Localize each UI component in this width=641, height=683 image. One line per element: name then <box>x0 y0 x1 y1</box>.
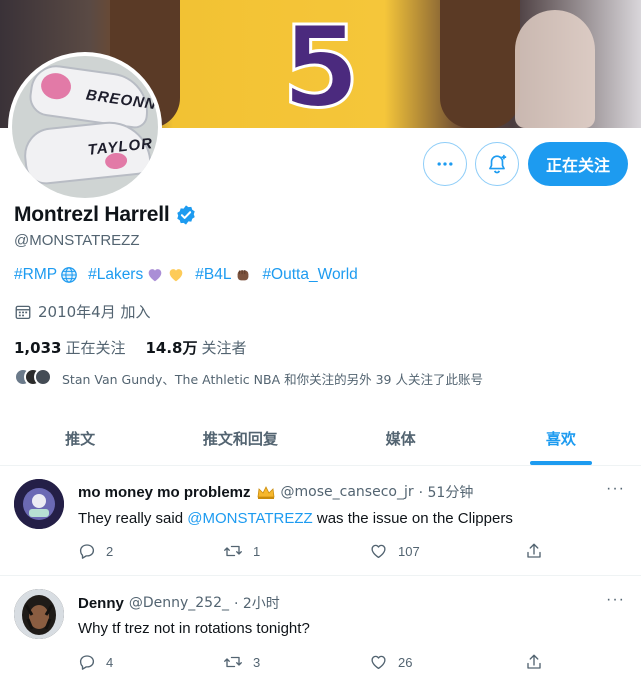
tab-media[interactable]: 媒体 <box>321 412 481 465</box>
followed-by-text: Stan Van Gundy、The Athletic NBA 和你关注的另外 … <box>62 371 483 387</box>
avatar-image: BREONNA TAYLOR <box>12 56 158 198</box>
avatar[interactable] <box>14 479 64 529</box>
avatar-shoe-top: BREONNA <box>26 61 158 131</box>
more-options-button[interactable] <box>423 142 467 186</box>
purple-heart-icon <box>148 269 162 282</box>
like-count: 107 <box>398 543 420 559</box>
crown-emoji-icon <box>257 486 274 499</box>
share-icon <box>527 543 541 558</box>
tweet-time[interactable]: · 51分钟 <box>419 482 474 502</box>
retweet-count: 1 <box>253 543 261 559</box>
like-icon <box>371 655 386 670</box>
display-name: Montrezl Harrell <box>14 203 170 226</box>
retweet-button[interactable]: 3 <box>223 653 369 671</box>
tweet-author-handle[interactable]: @Denny_252_ <box>129 595 229 611</box>
hashtag-b4l[interactable]: #B4L <box>195 266 231 284</box>
profile-bio: #RMP #Lakers #B4L #Outta_World <box>14 266 358 284</box>
tweet-actions: 4 3 26 <box>78 653 543 671</box>
profile-stats: 1,033 正在关注 14.8万 关注者 <box>14 337 247 358</box>
retweet-count: 3 <box>253 654 261 670</box>
tweet-author-handle[interactable]: @mose_canseco_jr <box>281 484 414 500</box>
like-count: 26 <box>398 654 413 670</box>
globe-icon <box>61 267 77 283</box>
share-icon <box>527 654 541 669</box>
reply-icon <box>79 655 95 670</box>
verified-badge-icon <box>176 205 195 225</box>
hashtag-outta-world[interactable]: #Outta_World <box>262 266 357 284</box>
profile-avatar[interactable]: BREONNA TAYLOR <box>8 52 162 202</box>
tab-likes[interactable]: 喜欢 <box>481 412 641 465</box>
banner-jersey-number: 5 <box>281 3 362 128</box>
tweet-text: They really said @MONSTATREZZ was the is… <box>78 510 513 527</box>
tab-tweets-and-replies[interactable]: 推文和回复 <box>160 412 320 465</box>
joined-text: 2010年4月 加入 <box>38 303 151 321</box>
tweet-more-icon[interactable]: ··· <box>606 591 625 609</box>
tweet-author-name[interactable]: mo money mo problemz <box>78 484 251 501</box>
reply-button[interactable]: 4 <box>78 653 223 671</box>
notifications-button[interactable] <box>475 142 519 186</box>
tweet[interactable]: mo money mo problemz @mose_canseco_jr · … <box>0 467 641 576</box>
like-icon <box>371 544 386 559</box>
share-button[interactable] <box>525 653 543 671</box>
tab-tweets[interactable]: 推文 <box>0 412 160 465</box>
followers-stat[interactable]: 14.8万 关注者 <box>145 337 246 358</box>
tweet-author-name[interactable]: Denny <box>78 595 124 612</box>
tweet-more-icon[interactable]: ··· <box>606 480 625 498</box>
avatar <box>34 368 52 386</box>
yellow-heart-icon <box>169 269 183 282</box>
tweet-time[interactable]: · 2小时 <box>234 593 280 613</box>
profile-name-row: Montrezl Harrell <box>14 203 197 227</box>
profile-tabs: 推文 推文和回复 媒体 喜欢 <box>0 412 641 466</box>
joined-date: 2010年4月 加入 <box>14 301 151 322</box>
tweet-text: Why tf trez not in rotations tonight? <box>78 620 310 637</box>
following-stat[interactable]: 1,033 正在关注 <box>14 337 125 358</box>
shoe-bottom-label: TAYLOR <box>86 135 154 159</box>
hashtag-rmp[interactable]: #RMP <box>14 266 57 284</box>
mention-link[interactable]: @MONSTATREZZ <box>187 510 313 527</box>
mutual-follower-avatars <box>14 368 52 388</box>
profile-handle: @MONSTATREZZ <box>14 232 140 249</box>
banner-background-person <box>515 10 595 128</box>
tweet[interactable]: Denny @Denny_252_ · 2小时 ··· Why tf trez … <box>0 577 641 683</box>
reply-button[interactable]: 2 <box>78 542 223 560</box>
share-button[interactable] <box>525 542 543 560</box>
retweet-button[interactable]: 1 <box>223 542 369 560</box>
more-icon <box>437 162 453 166</box>
like-button[interactable]: 26 <box>369 653 525 671</box>
retweet-icon <box>224 656 242 668</box>
reply-icon <box>79 544 95 559</box>
tweet-actions: 2 1 107 <box>78 542 543 560</box>
followers-you-know[interactable]: Stan Van Gundy、The Athletic NBA 和你关注的另外 … <box>14 368 483 388</box>
reply-count: 4 <box>106 654 114 670</box>
avatar[interactable] <box>14 589 64 639</box>
banner-arm-right <box>440 0 520 128</box>
avatar-shoe-bottom: TAYLOR <box>21 117 154 187</box>
following-button[interactable]: 正在关注 <box>528 142 628 186</box>
tweet-header: mo money mo problemz @mose_canseco_jr · … <box>78 482 473 502</box>
reply-count: 2 <box>106 543 114 559</box>
bell-plus-icon <box>489 154 507 174</box>
retweet-icon <box>224 545 242 557</box>
shoe-top-label: BREONNA <box>84 86 158 115</box>
calendar-icon <box>15 305 31 319</box>
raised-fist-icon <box>238 270 249 281</box>
like-button[interactable]: 107 <box>369 542 525 560</box>
hashtag-lakers[interactable]: #Lakers <box>88 266 143 284</box>
tweet-header: Denny @Denny_252_ · 2小时 <box>78 593 280 613</box>
